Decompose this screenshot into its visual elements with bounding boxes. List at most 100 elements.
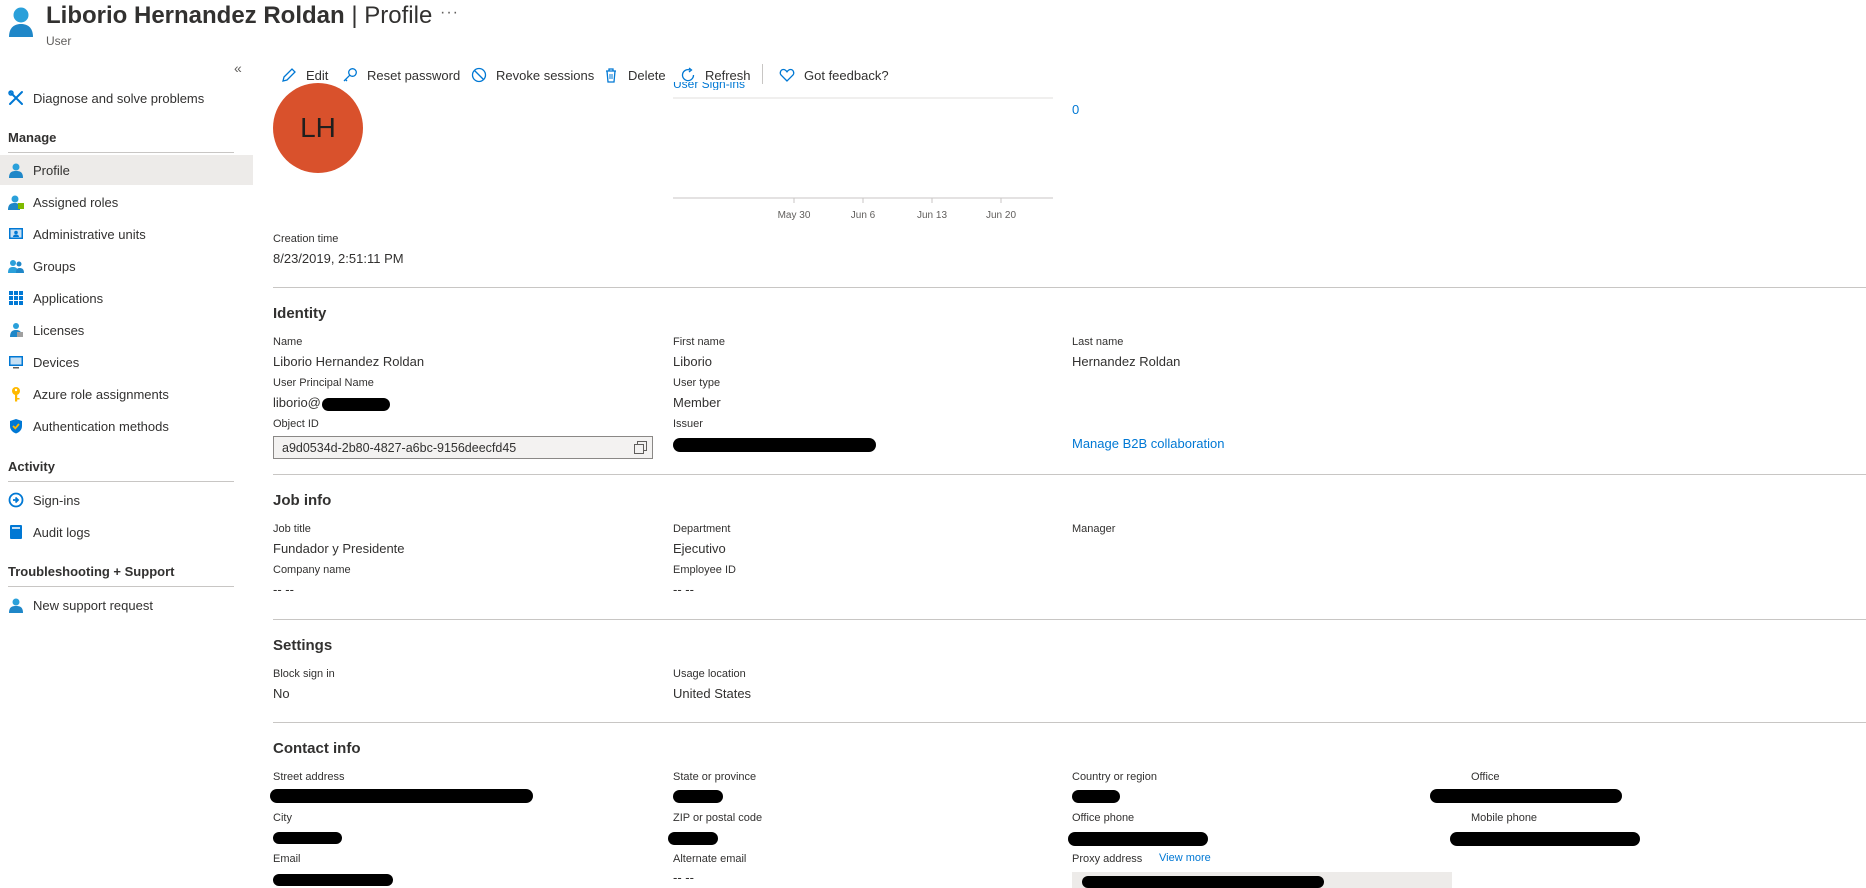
redaction-mark — [1450, 832, 1640, 846]
signin-icon — [8, 492, 24, 508]
sidebar-item-label: Authentication methods — [33, 418, 169, 434]
sidebar-item-label: Sign-ins — [33, 492, 80, 508]
redaction-mark — [1430, 789, 1622, 803]
sidebar-item-devices[interactable]: Devices — [0, 347, 253, 377]
key-icon — [343, 68, 357, 82]
usage-location-value: United States — [673, 686, 752, 701]
sidebar-item-applications[interactable]: Applications — [0, 283, 253, 313]
sidebar-section-activity: Activity — [8, 459, 55, 474]
redaction-mark — [273, 832, 342, 844]
object-id-label: Object ID — [273, 418, 319, 430]
sidebar-item-groups[interactable]: Groups — [0, 251, 253, 281]
manage-b2b-link[interactable]: Manage B2B collaboration — [1072, 436, 1225, 451]
sidebar-item-new-support-request[interactable]: New support request — [0, 590, 253, 620]
contact-info-section-title: Contact info — [273, 740, 361, 757]
redaction-mark — [1072, 790, 1120, 803]
heart-icon — [779, 68, 795, 82]
view-more-link[interactable]: View more — [1159, 852, 1211, 864]
employee-id-value: -- -- — [673, 582, 694, 597]
sidebar-item-audit-logs[interactable]: Audit logs — [0, 517, 253, 547]
sidebar-item-profile[interactable]: Profile — [0, 155, 253, 185]
sidebar-item-label: New support request — [33, 597, 153, 613]
redaction-mark — [270, 789, 533, 803]
first-name-value: Liborio — [673, 354, 713, 369]
identity-section-title: Identity — [273, 305, 327, 322]
revoke-sessions-button[interactable]: Revoke sessions — [471, 64, 594, 86]
more-options-button[interactable]: ··· — [440, 4, 459, 22]
office-label: Office — [1471, 771, 1500, 783]
sidebar-section-troubleshooting: Troubleshooting + Support — [8, 564, 175, 579]
block-icon — [471, 67, 487, 83]
last-name-value: Hernandez Roldan — [1072, 354, 1181, 369]
section-divider — [273, 287, 1866, 288]
sidebar-item-label: Audit logs — [33, 524, 91, 540]
stat-value-link[interactable]: 0 — [1072, 102, 1079, 117]
feedback-button[interactable]: Got feedback? — [779, 64, 889, 86]
sidebar-item-label: Applications — [33, 290, 104, 306]
sidebar-item-authentication-methods[interactable]: Authentication methods — [0, 411, 253, 441]
sidebar-item-licenses[interactable]: Licenses — [0, 315, 253, 345]
apps-grid-icon — [9, 291, 23, 305]
sidebar-item-label: Assigned roles — [33, 194, 119, 210]
key-icon — [12, 387, 20, 402]
object-id-value: a9d0534d-2b80-4827-a6bc-9156deecfd45 — [282, 440, 517, 455]
redaction-mark — [1082, 876, 1324, 888]
chart-x-tick-label: Jun 20 — [986, 210, 1016, 221]
sidebar-item-assigned-roles[interactable]: Assigned roles — [0, 187, 253, 217]
redaction-mark — [673, 790, 723, 803]
object-id-field[interactable]: a9d0534d-2b80-4827-a6bc-9156deecfd45 — [273, 436, 653, 459]
sidebar-item-diagnose[interactable]: Diagnose and solve problems — [0, 83, 253, 113]
upn-label: User Principal Name — [273, 377, 374, 389]
reset-password-button[interactable]: Reset password — [342, 64, 460, 86]
shield-icon — [10, 419, 22, 434]
zip-label: ZIP or postal code — [673, 812, 763, 824]
title-separator: | — [351, 2, 358, 29]
usage-location-label: Usage location — [673, 668, 746, 680]
city-label: City — [273, 812, 292, 824]
creation-time-label: Creation time — [273, 233, 339, 245]
company-name-value: -- -- — [273, 582, 294, 597]
sidebar-item-administrative-units[interactable]: Administrative units — [0, 219, 253, 249]
sidebar-item-azure-role-assignments[interactable]: Azure role assignments — [0, 379, 253, 409]
name-value: Liborio Hernandez Roldan — [273, 354, 425, 369]
section-divider — [8, 481, 234, 482]
alternate-email-label: Alternate email — [673, 853, 747, 865]
section-divider — [273, 619, 1866, 620]
copy-icon[interactable] — [634, 441, 647, 454]
department-value: Ejecutivo — [673, 541, 726, 556]
toolbar-divider — [762, 64, 763, 84]
sign-ins-chart: May 30 Jun 6 Jun 13 Jun 20 — [673, 97, 1053, 221]
section-divider — [8, 152, 234, 153]
revoke-sessions-label: Revoke sessions — [496, 67, 595, 83]
section-divider — [273, 722, 1866, 723]
company-name-label: Company name — [273, 564, 351, 576]
user-roles-icon — [8, 195, 24, 210]
pencil-icon — [282, 68, 296, 82]
name-label: Name — [273, 336, 303, 348]
device-icon — [9, 356, 23, 369]
redaction-mark — [668, 832, 718, 845]
chart-x-tick-label: May 30 — [778, 210, 811, 221]
collapse-sidebar-button[interactable]: « — [234, 60, 242, 76]
refresh-label: Refresh — [705, 67, 751, 83]
sidebar-item-label: Licenses — [33, 322, 85, 338]
reset-password-label: Reset password — [367, 67, 461, 83]
wrench-icon — [8, 90, 23, 105]
delete-button[interactable]: Delete — [603, 64, 666, 86]
user-type-value: Member — [673, 395, 721, 410]
admin-units-icon — [9, 228, 23, 239]
sidebar-item-label: Administrative units — [33, 226, 146, 242]
section-divider — [8, 586, 234, 587]
trash-icon — [606, 68, 616, 83]
street-address-label: Street address — [273, 771, 345, 783]
user-sign-ins-chart-link[interactable]: User Sign-ins — [673, 82, 745, 90]
section-divider — [273, 474, 1866, 475]
settings-section-title: Settings — [273, 637, 333, 654]
job-title-label: Job title — [273, 523, 311, 535]
feedback-label: Got feedback? — [804, 67, 889, 83]
redaction-mark — [322, 398, 390, 411]
mobile-phone-label: Mobile phone — [1471, 812, 1538, 824]
sidebar-item-sign-ins[interactable]: Sign-ins — [0, 485, 253, 515]
page-title: Liborio Hernandez Roldan | Profile — [46, 2, 432, 30]
edit-label: Edit — [306, 67, 329, 83]
